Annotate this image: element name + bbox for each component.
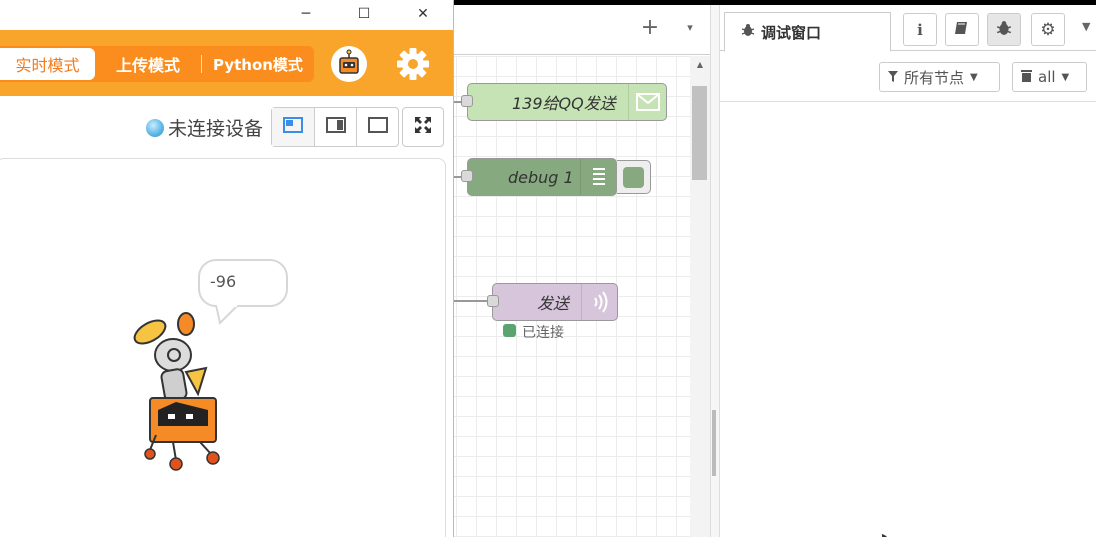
websocket-send-node[interactable]: 发送 <box>492 283 618 321</box>
canvas-scroll-thumb[interactable] <box>692 86 707 180</box>
settings-gear-icon[interactable] <box>393 44 433 84</box>
layout-small-icon <box>283 117 303 137</box>
debug-list-icon <box>580 159 616 195</box>
mode-divider <box>201 55 202 73</box>
gear-icon: ⚙ <box>1040 19 1056 40</box>
info-icon: i <box>917 20 923 39</box>
node-label: debug 1 <box>508 167 574 187</box>
layout-large-icon <box>367 117 388 137</box>
node-label: 139给QQ发送 <box>512 94 616 113</box>
connected-status-dot <box>503 324 516 337</box>
bug-icon <box>996 20 1012 40</box>
tab-debug[interactable]: 调试窗口 <box>724 12 891 52</box>
window-titlebar <box>0 0 453 30</box>
scroll-up-arrow-icon[interactable]: ▲ <box>694 60 706 69</box>
email-node[interactable]: 139给QQ发送 <box>467 83 667 121</box>
add-flow-button[interactable]: + <box>640 15 660 41</box>
filter-label: 所有节点 <box>904 68 965 87</box>
layout-split-button[interactable] <box>314 108 356 146</box>
layout-small-stage-button[interactable] <box>272 108 314 146</box>
chevron-down-icon[interactable]: ▼ <box>1082 20 1090 33</box>
node-input-port[interactable] <box>461 170 473 182</box>
bug-icon <box>741 23 755 41</box>
robot-sprite-icon[interactable] <box>128 310 238 480</box>
clear-label: all <box>1038 68 1056 86</box>
node-input-port[interactable] <box>487 295 499 307</box>
chevron-down-icon: ▼ <box>1061 71 1070 83</box>
connection-status-text: 未连接设备 <box>168 118 264 140</box>
speech-bubble-text: -96 <box>210 272 237 291</box>
node-label: 发送 <box>537 294 570 313</box>
trash-icon <box>1021 68 1032 86</box>
tab-label: 调试窗口 <box>761 23 822 42</box>
node-filter-select[interactable]: 所有节点 ▼ <box>879 62 1000 92</box>
robot-avatar-icon[interactable] <box>331 46 367 82</box>
python-mode-tab[interactable]: Python模式 <box>204 48 312 80</box>
flow-list-dropdown[interactable]: ▾ <box>680 18 700 38</box>
maximize-button[interactable]: ☐ <box>344 2 384 26</box>
upload-mode-tab[interactable]: 上传模式 <box>100 48 196 80</box>
fullscreen-button[interactable] <box>402 107 444 147</box>
email-icon <box>628 84 666 120</box>
fullscreen-icon <box>414 116 432 138</box>
book-icon <box>954 20 970 40</box>
info-tab-button[interactable]: i <box>903 13 937 46</box>
filter-icon <box>888 68 898 86</box>
minimize-button[interactable]: ─ <box>286 2 326 26</box>
separator-grip[interactable] <box>712 410 716 476</box>
help-tab-button[interactable] <box>945 13 979 46</box>
workspace-tab-bar <box>452 5 710 55</box>
layout-large-stage-button[interactable] <box>356 108 398 146</box>
live-mode-tab[interactable]: 实时模式 <box>0 48 95 80</box>
config-tab-button[interactable]: ⚙ <box>1031 13 1065 46</box>
mouse-cursor-icon: ▸ <box>882 531 888 537</box>
signal-icon <box>581 284 617 320</box>
debug-toggle-button[interactable] <box>617 160 651 194</box>
layout-split-icon <box>325 117 346 137</box>
connection-status-icon <box>146 119 164 137</box>
debug-node[interactable]: debug 1 <box>467 158 617 196</box>
chevron-down-icon: ▼ <box>970 71 978 83</box>
node-status-text: 已连接 <box>522 325 564 341</box>
close-button[interactable]: ✕ <box>403 2 443 26</box>
debug-tab-button[interactable] <box>987 13 1021 46</box>
node-input-port[interactable] <box>461 95 473 107</box>
clear-messages-select[interactable]: all ▼ <box>1012 62 1087 92</box>
